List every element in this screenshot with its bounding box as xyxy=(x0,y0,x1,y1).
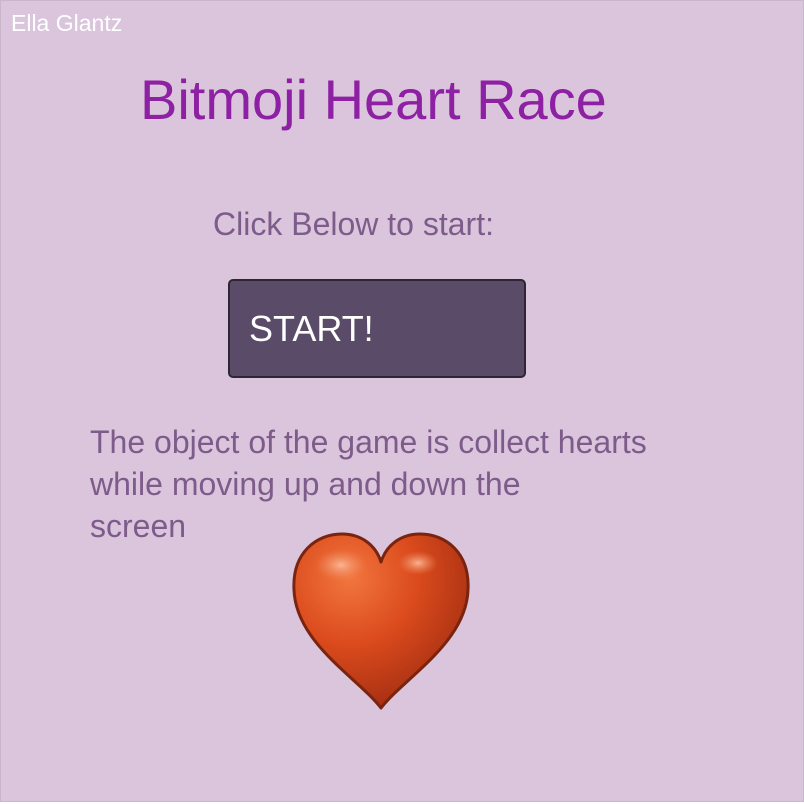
start-prompt: Click Below to start: xyxy=(213,206,494,242)
heart-icon xyxy=(292,532,470,710)
start-button[interactable]: START! xyxy=(228,279,526,378)
description-line-2: while moving up and down the xyxy=(90,466,521,502)
author-label: Ella Glantz xyxy=(11,10,123,36)
description-line-1: The object of the game is collect hearts xyxy=(90,424,647,460)
page-title: Bitmoji Heart Race xyxy=(140,68,607,131)
game-screen: Ella Glantz Bitmoji Heart Race Click Bel… xyxy=(0,0,804,802)
